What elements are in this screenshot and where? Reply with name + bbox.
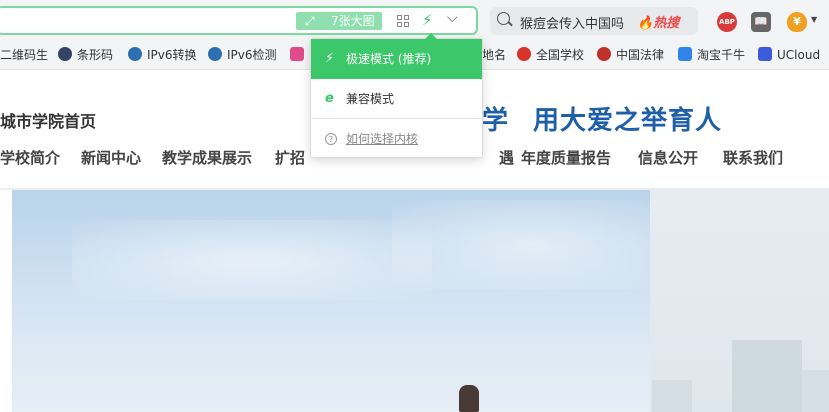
- chevron-down-icon[interactable]: ⌵: [447, 10, 458, 26]
- nav-item-disclosure[interactable]: 信息公开: [638, 147, 698, 168]
- nav-item-achievements[interactable]: 教学成果展示: [162, 147, 252, 168]
- hot-search-label[interactable]: 🔥热搜: [637, 12, 679, 31]
- nav-item-enrollment[interactable]: 扩招: [275, 147, 305, 168]
- slogan-left: 学: [482, 106, 510, 136]
- school-icon: [517, 47, 531, 61]
- browser-toolbar: ⤢ 7张大图 ⚡ ⌵ 猴痘会传入中国吗 🔥热搜 ABP 📖 ¥ ▼: [0, 0, 829, 40]
- bookmark-item[interactable]: 全国学校: [517, 46, 589, 64]
- school-slogan: 学用大爱之举育人: [482, 100, 722, 137]
- cloud: [72, 220, 432, 300]
- barcode-icon: [58, 47, 72, 61]
- bookmark-item[interactable]: [290, 46, 308, 64]
- bookmark-item[interactable]: 中国法律: [597, 46, 665, 64]
- hot-search-text: 热搜: [653, 16, 680, 31]
- bookmark-item[interactable]: UCloud: [758, 46, 829, 64]
- home-link[interactable]: 城市学院首页: [0, 108, 96, 132]
- coin-icon[interactable]: ¥: [787, 12, 807, 32]
- law-icon: [597, 47, 611, 61]
- search-icon: [497, 12, 510, 25]
- compat-mode-label: 兼容模式: [346, 92, 395, 106]
- compat-mode-option[interactable]: e 兼容模式: [311, 79, 482, 119]
- kernel-mode-menu: ⚡ 极速模式 (推荐) e 兼容模式 ? 如何选择内核: [310, 33, 483, 159]
- bookmark-item[interactable]: 地名: [482, 46, 508, 64]
- adblock-icon[interactable]: ABP: [717, 12, 737, 32]
- nav-item-news[interactable]: 新闻中心: [81, 147, 141, 168]
- address-bar[interactable]: ⤢ 7张大图 ⚡ ⌵: [0, 6, 478, 35]
- slogan-right: 用大爱之举育人: [533, 106, 723, 136]
- search-input[interactable]: 猴痘会传入中国吗: [520, 13, 624, 32]
- nav-item-contact[interactable]: 联系我们: [723, 147, 783, 168]
- hero-banner: [12, 190, 829, 412]
- bookmark-label: 条形码: [77, 48, 114, 62]
- statue: [459, 385, 479, 412]
- big-images-button[interactable]: ⤢ 7张大图: [296, 12, 382, 30]
- nav-item-quality-report[interactable]: 年度质量报告: [521, 147, 611, 168]
- video-icon: [290, 47, 304, 61]
- cloud: [392, 200, 672, 290]
- bookmark-label: IPv6转换: [147, 48, 197, 62]
- ipv6-icon: [128, 47, 142, 61]
- bookmark-item[interactable]: 二维码生: [0, 46, 48, 64]
- reader-icon[interactable]: 📖: [751, 12, 771, 32]
- how-to-choose-label: 如何选择内核: [346, 132, 419, 146]
- nav-item-about[interactable]: 学校简介: [0, 147, 60, 168]
- fast-mode-label: 极速模式 (推荐): [346, 52, 432, 66]
- bookmark-item[interactable]: 淘宝千牛: [678, 46, 748, 64]
- ipv6-icon: [208, 47, 222, 61]
- bookmark-item[interactable]: IPv6转换: [128, 46, 198, 64]
- ucloud-icon: [758, 47, 772, 61]
- expand-icon: ⤢: [305, 14, 315, 28]
- bookmark-label: 地名: [482, 48, 507, 62]
- building: [652, 380, 692, 412]
- big-images-label: 7张大图: [331, 14, 375, 28]
- search-box[interactable]: 猴痘会传入中国吗 🔥热搜: [490, 7, 698, 35]
- bookmark-label: IPv6检测: [227, 48, 277, 62]
- building: [802, 370, 829, 412]
- help-icon: ?: [325, 133, 337, 145]
- fast-mode-option[interactable]: ⚡ 极速模式 (推荐): [311, 39, 482, 79]
- bookmark-label: UCloud: [777, 48, 821, 62]
- bookmark-item[interactable]: 条形码: [58, 46, 118, 64]
- how-to-choose-link[interactable]: ? 如何选择内核: [311, 119, 482, 159]
- bookmark-label: 中国法律: [616, 48, 665, 62]
- lightning-icon: ⚡: [325, 51, 335, 66]
- taobao-icon: [678, 47, 692, 61]
- nav-item-partial[interactable]: 遇: [499, 147, 514, 168]
- qr-grid-icon[interactable]: [397, 15, 409, 27]
- lightning-icon[interactable]: ⚡: [422, 11, 433, 29]
- ie-icon: e: [325, 91, 334, 106]
- extension-dropdown-icon[interactable]: ▼: [811, 15, 817, 24]
- bookmark-label: 淘宝千牛: [697, 48, 746, 62]
- bookmark-label: 二维码生: [0, 48, 48, 62]
- bookmark-label: 全国学校: [536, 48, 585, 62]
- bookmark-item[interactable]: IPv6检测: [208, 46, 278, 64]
- building: [732, 340, 802, 412]
